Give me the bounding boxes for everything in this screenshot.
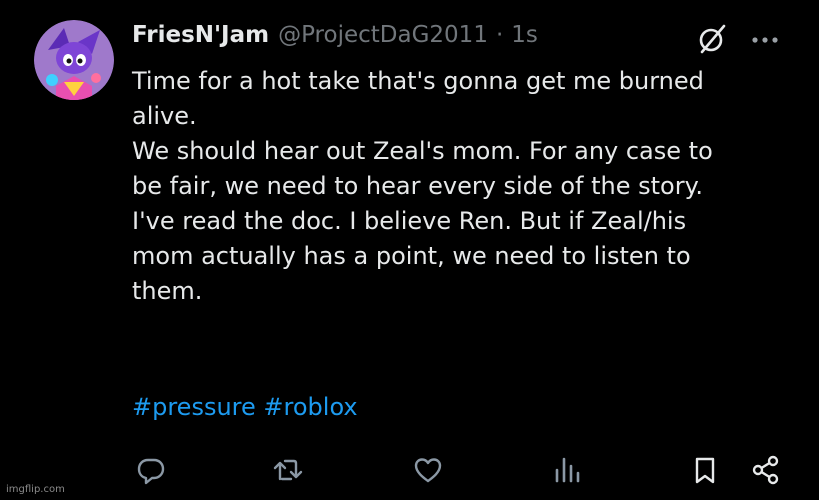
share-button[interactable] xyxy=(748,452,784,488)
views-button[interactable] xyxy=(549,452,585,488)
watermark: imgflip.com xyxy=(6,484,65,495)
bookmark-icon xyxy=(695,457,715,484)
like-button[interactable] xyxy=(410,452,446,488)
retweet-button[interactable] xyxy=(270,452,306,488)
separator-dot: · xyxy=(495,22,504,48)
share-icon xyxy=(752,455,779,485)
tweet-text-line: We should hear out Zeal's mom. For any c… xyxy=(132,137,713,165)
tweet-text-line: be fair, we need to hear every side of t… xyxy=(132,172,703,200)
tweet-text-line: I've read the doc. I believe Ren. But if… xyxy=(132,207,687,235)
display-name[interactable]: FriesN'Jam xyxy=(132,22,269,48)
bookmark-button[interactable] xyxy=(687,452,723,488)
views-icon xyxy=(555,457,580,483)
timestamp[interactable]: 1s xyxy=(511,22,538,48)
user-handle[interactable]: @ProjectDaG2011 xyxy=(278,22,488,48)
tweet-header: FriesN'Jam @ProjectDaG2011 · 1s xyxy=(132,22,538,54)
tweet-text-line: Time for a hot take that's gonna get me … xyxy=(132,67,704,95)
tweet-text-line: mom actually has a point, we need to lis… xyxy=(132,242,691,270)
more-icon[interactable] xyxy=(748,28,782,52)
reply-icon xyxy=(137,458,165,485)
grok-icon[interactable] xyxy=(693,22,729,58)
tweet-text-line: alive. xyxy=(132,102,197,130)
hashtag-link[interactable]: #roblox xyxy=(263,393,357,421)
reply-button[interactable] xyxy=(133,452,169,488)
like-icon xyxy=(414,458,442,483)
avatar[interactable] xyxy=(34,20,114,100)
hashtag-link[interactable]: #pressure xyxy=(132,393,256,421)
tweet-text-line: them. xyxy=(132,277,203,305)
tweet-text: Time for a hot take that's gonna get me … xyxy=(132,64,802,309)
hashtags: #pressure #roblox xyxy=(132,390,358,425)
avatar-image xyxy=(34,20,114,100)
retweet-icon xyxy=(273,459,303,481)
